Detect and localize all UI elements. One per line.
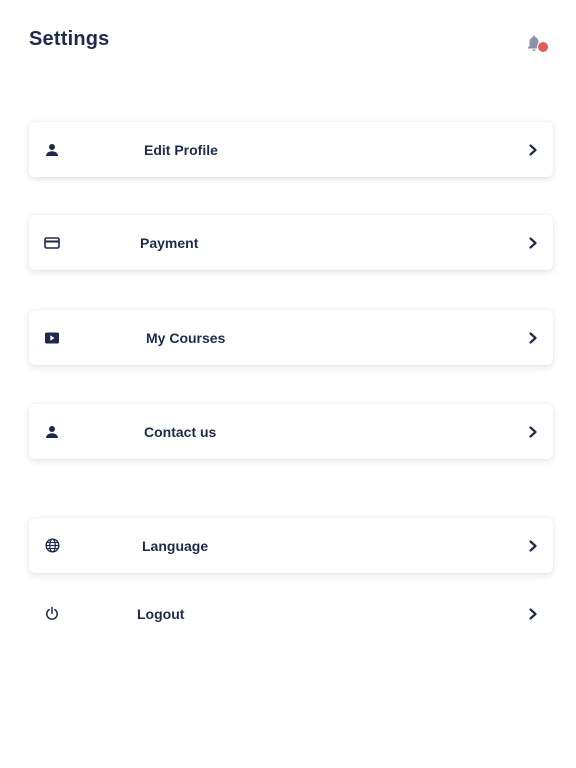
menu-item-label: Contact us: [144, 423, 217, 440]
chevron-right-icon: [529, 425, 537, 438]
chevron-right-icon: [529, 607, 537, 620]
menu-item-language[interactable]: Language: [29, 518, 553, 573]
chevron-right-icon: [529, 539, 537, 552]
menu-item-label: Payment: [140, 234, 199, 251]
menu-item-label: Edit Profile: [144, 141, 218, 158]
menu-item-my-courses[interactable]: My Courses: [29, 310, 553, 365]
globe-icon: [44, 538, 60, 554]
credit-card-icon: [44, 235, 60, 251]
person-icon: [44, 142, 60, 158]
notification-badge: [537, 41, 549, 53]
menu-item-label: Language: [142, 537, 209, 554]
menu-item-edit-profile[interactable]: Edit Profile: [29, 122, 553, 177]
menu-item-label: Logout: [137, 605, 185, 622]
menu-item-label: My Courses: [146, 329, 226, 346]
person-icon: [44, 424, 60, 440]
power-icon: [44, 606, 60, 622]
chevron-right-icon: [529, 331, 537, 344]
menu-item-logout[interactable]: Logout: [29, 586, 553, 641]
menu-item-payment[interactable]: Payment: [29, 215, 553, 270]
chevron-right-icon: [529, 236, 537, 249]
chevron-right-icon: [529, 143, 537, 156]
menu-item-contact-us[interactable]: Contact us: [29, 404, 553, 459]
play-video-icon: [44, 330, 60, 346]
header: Settings: [0, 0, 576, 80]
page-title: Settings: [29, 28, 110, 50]
notification-button[interactable]: [526, 34, 549, 54]
